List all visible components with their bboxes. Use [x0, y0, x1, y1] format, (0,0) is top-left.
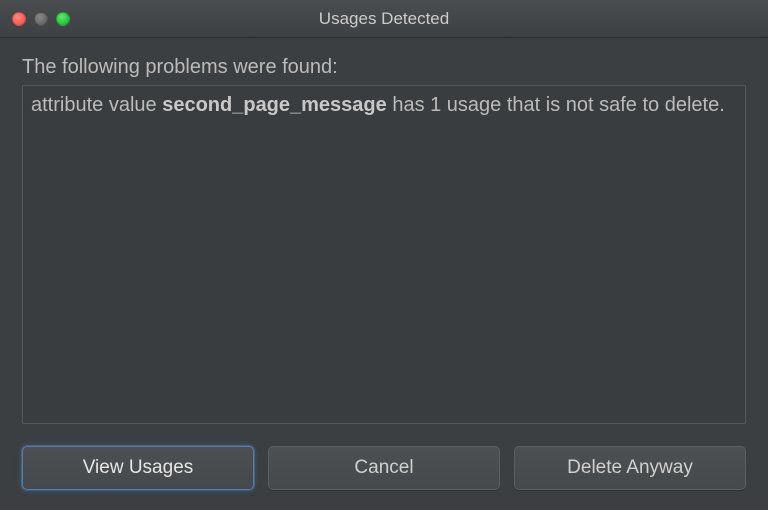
window-controls	[0, 12, 70, 26]
message-prefix: attribute value	[31, 94, 162, 116]
dialog-content: The following problems were found: attri…	[0, 38, 768, 510]
message-suffix: has 1 usage that is not safe to delete.	[387, 94, 725, 116]
maximize-icon[interactable]	[56, 12, 70, 26]
window-title: Usages Detected	[0, 9, 768, 29]
dialog-heading: The following problems were found:	[22, 56, 746, 79]
button-row: View Usages Cancel Delete Anyway	[22, 446, 746, 490]
message-identifier: second_page_message	[162, 94, 387, 116]
message-box: attribute value second_page_message has …	[22, 85, 746, 424]
close-icon[interactable]	[12, 12, 26, 26]
delete-anyway-button[interactable]: Delete Anyway	[514, 446, 746, 490]
minimize-icon	[34, 12, 48, 26]
cancel-button[interactable]: Cancel	[268, 446, 500, 490]
titlebar: Usages Detected	[0, 0, 768, 38]
view-usages-button[interactable]: View Usages	[22, 446, 254, 490]
